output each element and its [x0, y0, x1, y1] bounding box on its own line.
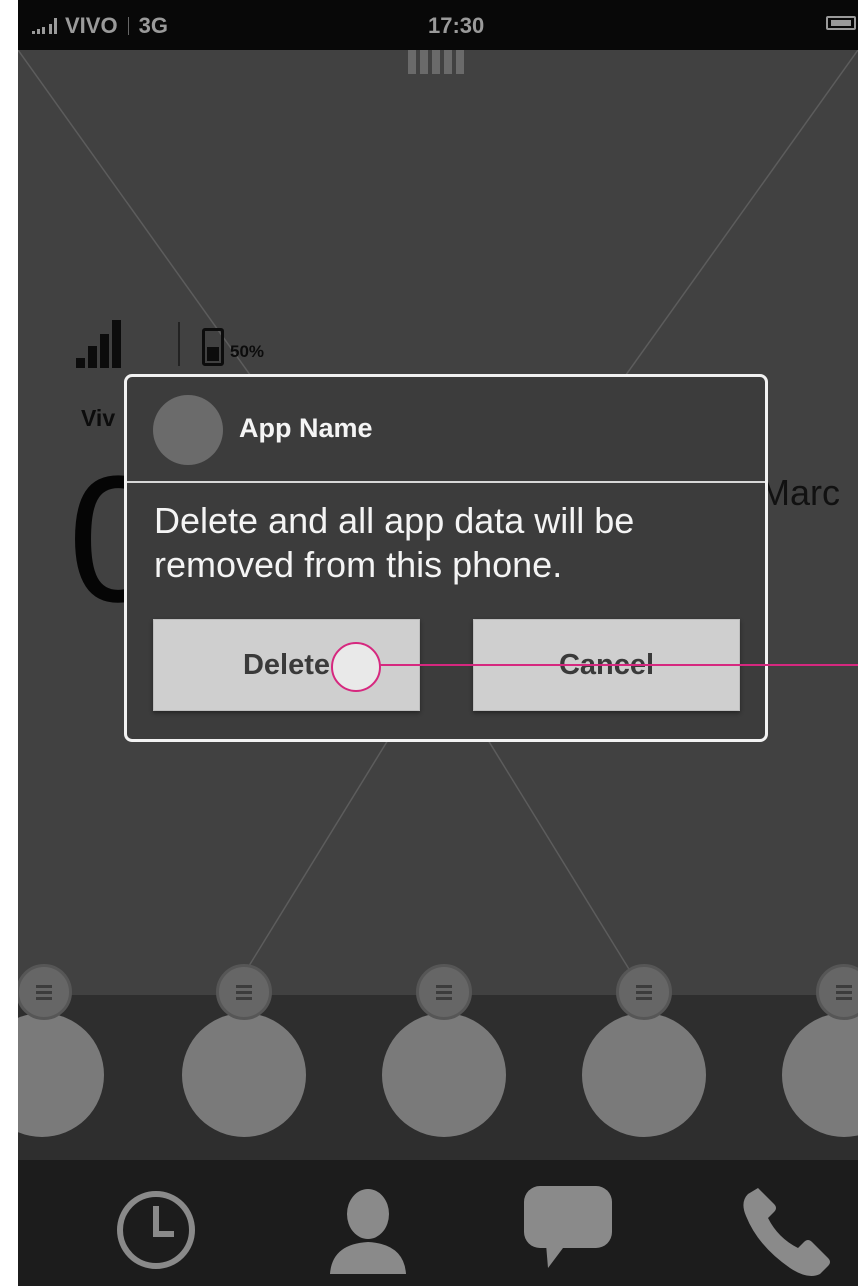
- status-divider: [127, 17, 129, 35]
- widget-battery-percent: 50%: [230, 342, 265, 361]
- phone-icon[interactable]: [738, 1180, 838, 1280]
- status-time: 17:30: [428, 13, 485, 38]
- page-indicator: [408, 50, 464, 74]
- app-icon[interactable]: [582, 1013, 706, 1137]
- delete-confirm-dialog: App Name Delete and all app data will be…: [124, 374, 768, 742]
- status-battery-icon: [826, 16, 856, 30]
- dialog-message: Delete and all app data will be removed …: [154, 500, 635, 585]
- tab-bar: [18, 1160, 858, 1286]
- dialog-title: App Name: [239, 413, 373, 443]
- widget-signal-icon: [76, 320, 121, 368]
- app-icon: [153, 395, 223, 465]
- clock-icon[interactable]: [106, 1180, 206, 1280]
- dialog-header: App Name: [127, 377, 765, 483]
- app-menu-badge-icon[interactable]: [18, 964, 72, 1020]
- app-menu-badge-icon[interactable]: [616, 964, 672, 1020]
- signal-strength-icon: [32, 18, 57, 34]
- app-icon[interactable]: [382, 1013, 506, 1137]
- app-menu-badge-icon[interactable]: [416, 964, 472, 1020]
- status-bar: VIVO 3G 17:30: [18, 0, 858, 50]
- status-network: 3G: [138, 13, 168, 38]
- widget-carrier: Viv: [81, 405, 116, 431]
- widget-battery-icon: [202, 328, 224, 366]
- contact-icon[interactable]: [318, 1180, 418, 1280]
- app-icon[interactable]: [182, 1013, 306, 1137]
- widget-divider: [178, 322, 180, 366]
- annotation-connector: [380, 664, 858, 666]
- tap-indicator: [331, 642, 381, 692]
- chat-icon[interactable]: [518, 1180, 618, 1280]
- phone-screen: VIVO 3G 17:30 50% Viv 0 Marc App Name De…: [18, 0, 858, 1286]
- app-menu-badge-icon[interactable]: [216, 964, 272, 1020]
- status-carrier: VIVO: [65, 13, 118, 38]
- widget-month: Marc: [760, 472, 840, 513]
